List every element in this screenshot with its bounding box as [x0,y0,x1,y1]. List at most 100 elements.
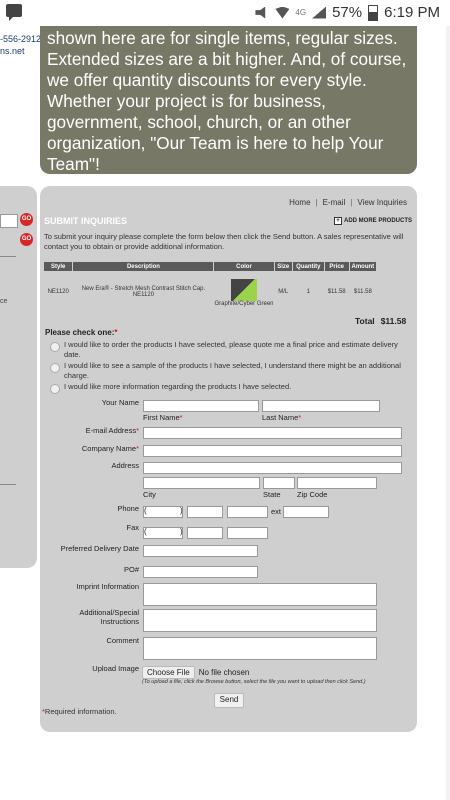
zip-input[interactable] [297,477,377,489]
last-name-input[interactable] [262,400,380,412]
total-value: $11.58 [380,316,407,326]
fax-prefix-input[interactable] [187,527,223,539]
radio-order[interactable] [50,342,60,352]
table-row: NE1120 New Era® - Stretch Mesh Contrast … [44,272,376,312]
cell-quantity: 1 [306,289,310,295]
form-instructions: To submit your inquiry please complete t… [44,232,404,251]
col-color: Color [214,262,274,271]
company-label-text: Company Name [81,444,137,453]
go-button-1[interactable]: GO [20,213,33,226]
form-heading: SUBMIT INQUIRIES [44,216,128,226]
choose-file-button[interactable]: Choose File [142,666,195,679]
col-description: Description [73,262,214,271]
required-asterisk: * [114,328,118,337]
option-sample[interactable]: I would like to see a sample of the prod… [50,361,410,380]
radio-info[interactable] [50,384,60,394]
option-order[interactable]: I would like to order the products I hav… [50,340,410,359]
intro-paragraph: shown here are for single items, regular… [47,28,407,174]
left-phone-number: -556-2912 [0,34,42,44]
cell-price: $11.58 [327,289,346,295]
mute-icon [255,6,266,19]
message-notification-icon [6,4,22,21]
po-input[interactable] [143,566,258,578]
col-quantity: Quantity [293,262,324,271]
delivery-date-input[interactable] [143,545,258,557]
fax-label: Fax [126,523,139,532]
col-size: Size [274,262,293,271]
required-info-note: *Required information. [42,707,117,716]
status-icons: 4G 57% 6:19 PM [255,4,440,21]
comment-label: Comment [106,636,139,645]
imprint-textarea[interactable] [143,583,377,606]
col-style: Style [44,262,73,271]
wifi-icon [275,6,290,19]
required-asterisk: * [136,426,139,435]
color-swatch [230,279,257,301]
company-input[interactable] [143,445,402,457]
city-input[interactable] [143,477,260,489]
page-scrollbar[interactable] [446,26,450,800]
no-file-text: No file chosen [198,668,250,677]
left-website[interactable]: ns.net [0,46,25,56]
address-input[interactable] [143,462,402,474]
email-input[interactable] [143,427,402,439]
file-upload[interactable]: Choose File No file chosen [142,666,249,679]
additional-label: Additional/Special Instructions [79,608,139,626]
last-name-text: Last Name [262,413,299,422]
battery-percent: 57% [332,4,363,21]
intro-text-box: shown here are for single items, regular… [40,26,417,174]
phone-prefix-input[interactable] [187,506,223,518]
state-sublabel: State [263,490,281,499]
email-label-text: E-mail Address [85,426,137,435]
company-label: Company Name* [82,444,139,453]
left-divider [0,256,16,257]
phone-area-input[interactable] [143,506,183,518]
phone-line-input[interactable] [227,506,268,518]
required-asterisk: * [136,444,139,453]
nav-home-link[interactable]: Home [289,198,310,207]
ext-label: ext [271,507,282,516]
products-table: Style Description Color Size Quantity Pr… [43,261,377,313]
phone-label: Phone [117,504,139,513]
network-type: 4G [295,8,307,17]
order-total: Total $11.58 [355,316,406,326]
nav-view-inquiries-link[interactable]: View Inquiries [357,198,407,207]
required-asterisk: * [179,413,183,422]
comment-textarea[interactable] [143,637,377,660]
clock: 6:19 PM [384,4,440,21]
table-header-row: Style Description Color Size Quantity Pr… [44,262,376,271]
plus-icon: + [333,217,342,225]
send-button[interactable]: Send [214,693,244,708]
nav-email-link[interactable]: E-mail [323,198,346,207]
go-button-2[interactable]: GO [20,233,33,246]
city-sublabel: City [143,490,156,499]
cell-color: Graphite/Cyber Green [214,272,274,312]
your-name-label: Your Name [101,398,139,407]
col-price: Price [324,262,349,271]
add-more-label: ADD MORE PRODUCTS [343,218,412,224]
imprint-label: Imprint Information [76,582,139,591]
option-info[interactable]: I would like more information regarding … [50,382,410,394]
fax-line-input[interactable] [227,527,268,539]
first-name-input[interactable] [143,400,259,412]
left-search-input[interactable] [0,214,18,228]
inquiry-form-panel: Home | E-mail | View Inquiries SUBMIT INQUIR… [40,186,417,732]
fax-area-input[interactable] [143,527,183,539]
top-nav: Home | E-mail | View Inquiries [289,198,407,207]
zip-sublabel: Zip Code [297,490,328,499]
state-input[interactable] [263,477,295,489]
email-label: E-mail Address* [86,426,139,435]
phone-ext-input[interactable] [283,506,329,518]
check-one-label: Please check one:* [45,328,118,337]
phone-close-paren: ) [180,506,183,515]
required-asterisk: * [298,413,302,422]
col-amount: Amount [349,262,376,271]
delivery-date-label: Preferred Delivery Date [60,544,139,553]
additional-textarea[interactable] [143,609,377,632]
battery-icon [368,4,379,21]
first-name-sublabel: First Name* [143,413,183,422]
add-more-products-link[interactable]: + ADD MORE PRODUCTS [333,217,412,225]
radio-sample[interactable] [50,363,60,373]
first-name-text: First Name [143,413,180,422]
last-name-sublabel: Last Name* [262,413,301,422]
